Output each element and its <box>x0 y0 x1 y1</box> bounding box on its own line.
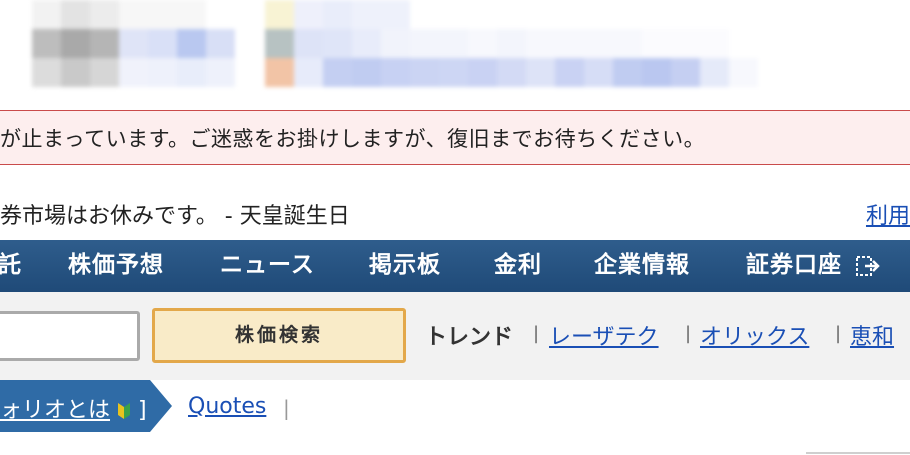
main-nav: 託 株価予想 ニュース 掲示板 金利 企業情報 証券口座 <box>0 240 910 292</box>
portfolio-bracket: ] <box>138 398 147 423</box>
alert-message: が止まっています。ご迷惑をお掛けしますが、復旧までお待ちください。 <box>0 127 706 151</box>
market-holiday-notice: 券市場はお休みです。 - 天皇誕生日 <box>0 204 350 229</box>
trend-label: トレンド <box>425 325 514 350</box>
quotes-link[interactable]: Quotes <box>188 394 266 419</box>
maintenance-alert: が止まっています。ご迷惑をお掛けしますが、復旧までお待ちください。 <box>0 110 910 165</box>
usage-guide-link[interactable]: 利用 <box>866 198 910 230</box>
blurred-logo <box>32 0 242 90</box>
nav-item-message-board[interactable]: 掲示板 <box>369 240 441 292</box>
nav-item-securities-account[interactable]: 証券口座 <box>746 240 842 292</box>
nav-item-company-info[interactable]: 企業情報 <box>594 240 690 292</box>
trend-link-orix[interactable]: オリックス <box>700 319 809 351</box>
blurred-site-title <box>265 0 787 90</box>
logout-icon[interactable] <box>856 255 882 277</box>
trend-link-lasertec[interactable]: レーザテク <box>549 319 659 351</box>
portfolio-guide-link[interactable]: ォリオとは ] <box>0 392 147 424</box>
breadcrumb-separator: | <box>283 396 290 420</box>
nav-item-interest-rates[interactable]: 金利 <box>494 240 542 292</box>
breadcrumb: ォリオとは ] Quotes | <box>0 380 910 455</box>
stock-search-button[interactable]: 株価検索 <box>152 308 406 363</box>
nav-item-stock-forecast[interactable]: 株価予想 <box>68 240 164 292</box>
trend-separator: | <box>685 323 692 344</box>
divider <box>806 452 910 454</box>
trend-link-keiwa[interactable]: 恵和 <box>850 319 894 351</box>
stock-search-input[interactable] <box>0 311 140 361</box>
search-bar-row: 株価検索 トレンド | レーザテク | オリックス | 恵和 <box>0 292 910 381</box>
nav-item-investment-trust[interactable]: 託 <box>0 240 22 292</box>
nav-item-news[interactable]: ニュース <box>220 240 315 292</box>
trend-separator: | <box>533 323 540 344</box>
portfolio-guide-label[interactable]: ォリオとは <box>0 398 110 423</box>
trend-separator: | <box>835 323 842 344</box>
beginner-mark-icon <box>118 403 131 419</box>
